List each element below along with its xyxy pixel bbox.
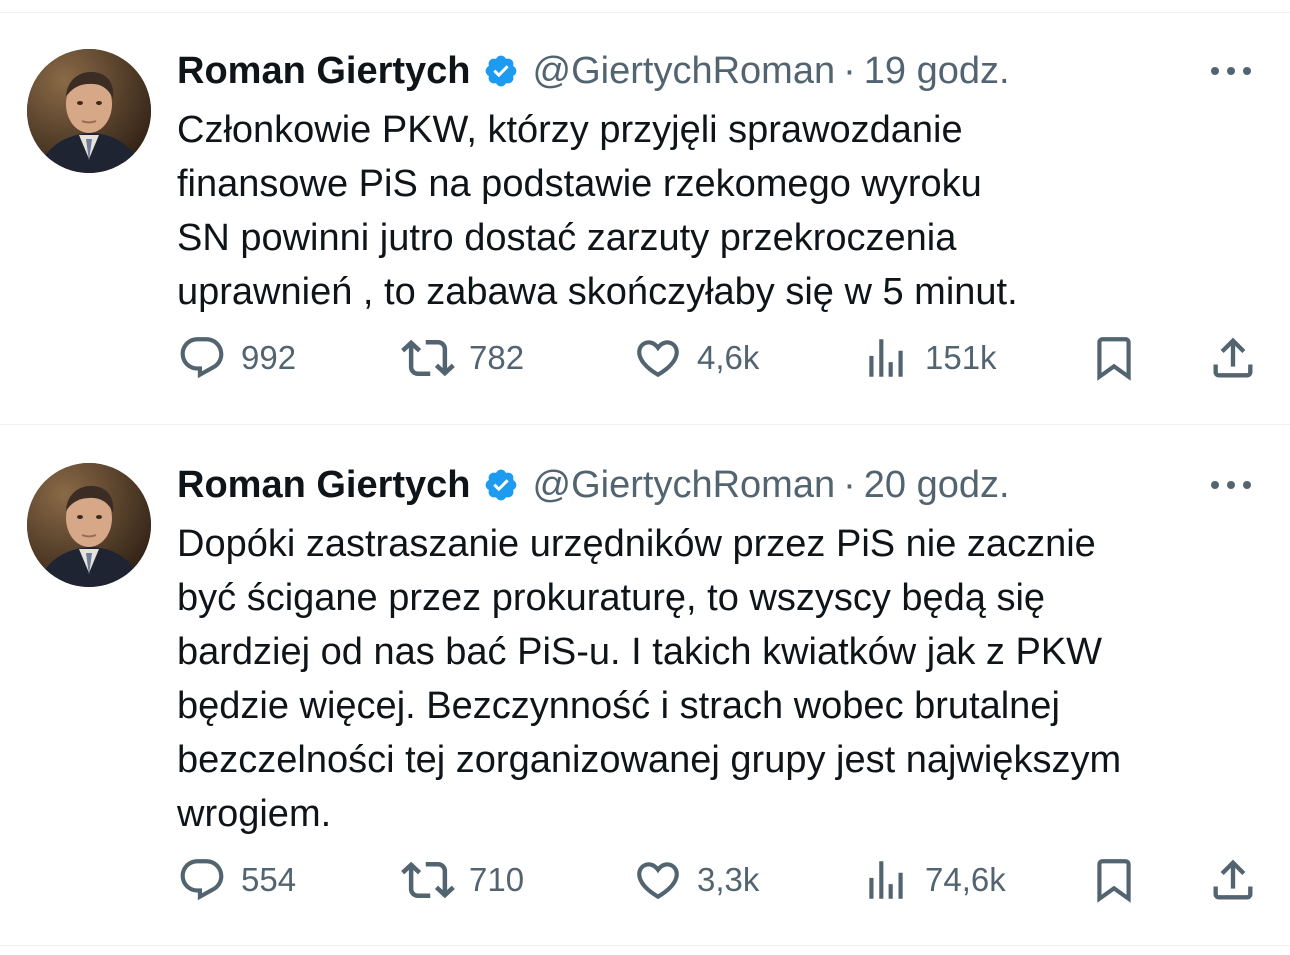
separator-dot: · — [843, 50, 856, 92]
like-button[interactable]: 3,3k — [633, 854, 759, 906]
verified-badge-icon — [483, 467, 519, 503]
tweet-divider — [0, 424, 1290, 425]
tweet-header: Roman Giertych @GiertychRoman · 20 godz. — [177, 463, 1010, 507]
heart-icon — [637, 340, 679, 378]
bookmark-button[interactable] — [1089, 854, 1139, 906]
views-button[interactable]: 151k — [861, 332, 997, 384]
share-upload-icon — [1213, 337, 1253, 378]
tweet-time[interactable]: 19 godz. — [864, 49, 1010, 93]
retweet-icon — [401, 861, 455, 899]
tweet-text: Dopóki zastraszanie urzędników przez PiS… — [177, 523, 1122, 835]
verified-badge-icon — [483, 53, 519, 89]
retweet-count: 782 — [469, 339, 525, 376]
reply-bubble-icon — [180, 337, 224, 379]
reply-count: 992 — [241, 339, 297, 376]
share-upload-icon — [1213, 859, 1253, 900]
views-count: 151k — [925, 339, 997, 376]
tweet-time[interactable]: 20 godz. — [864, 463, 1010, 507]
reply-count: 554 — [241, 861, 297, 898]
tweet-text: Członkowie PKW, którzy przyjęli sprawozd… — [177, 109, 1018, 313]
tweet-actions: 992 782 4,6k 151k — [177, 332, 1267, 384]
retweet-button[interactable]: 782 — [401, 332, 524, 384]
retweet-count: 710 — [469, 861, 525, 898]
avatar[interactable] — [27, 463, 151, 587]
views-count: 74,6k — [925, 861, 1006, 898]
tweet-actions: 554 710 3,3k 74,6k — [177, 854, 1267, 906]
like-button[interactable]: 4,6k — [633, 332, 759, 384]
views-bar-chart-icon — [869, 861, 903, 899]
heart-icon — [637, 862, 679, 900]
bookmark-button[interactable] — [1089, 332, 1139, 384]
reply-button[interactable]: 992 — [177, 332, 296, 384]
retweet-icon — [401, 339, 455, 377]
top-divider — [0, 12, 1290, 13]
author-name[interactable]: Roman Giertych — [177, 463, 471, 507]
more-dots-icon[interactable] — [1206, 53, 1256, 89]
bookmark-icon — [1097, 859, 1131, 903]
like-count: 4,6k — [697, 339, 760, 376]
share-button[interactable] — [1207, 332, 1259, 384]
views-button[interactable]: 74,6k — [861, 854, 1006, 906]
views-bar-chart-icon — [869, 339, 903, 377]
author-handle[interactable]: @GiertychRoman — [533, 463, 836, 507]
more-dots-icon[interactable] — [1206, 467, 1256, 503]
avatar[interactable] — [27, 49, 151, 173]
tweet-header: Roman Giertych @GiertychRoman · 19 godz. — [177, 49, 1010, 93]
reply-bubble-icon — [180, 859, 224, 901]
share-button[interactable] — [1207, 854, 1259, 906]
author-name[interactable]: Roman Giertych — [177, 49, 471, 93]
bottom-divider — [0, 945, 1290, 946]
bookmark-icon — [1097, 337, 1131, 381]
author-handle[interactable]: @GiertychRoman — [533, 49, 836, 93]
retweet-button[interactable]: 710 — [401, 854, 524, 906]
reply-button[interactable]: 554 — [177, 854, 296, 906]
like-count: 3,3k — [697, 861, 760, 898]
separator-dot: · — [843, 464, 856, 506]
